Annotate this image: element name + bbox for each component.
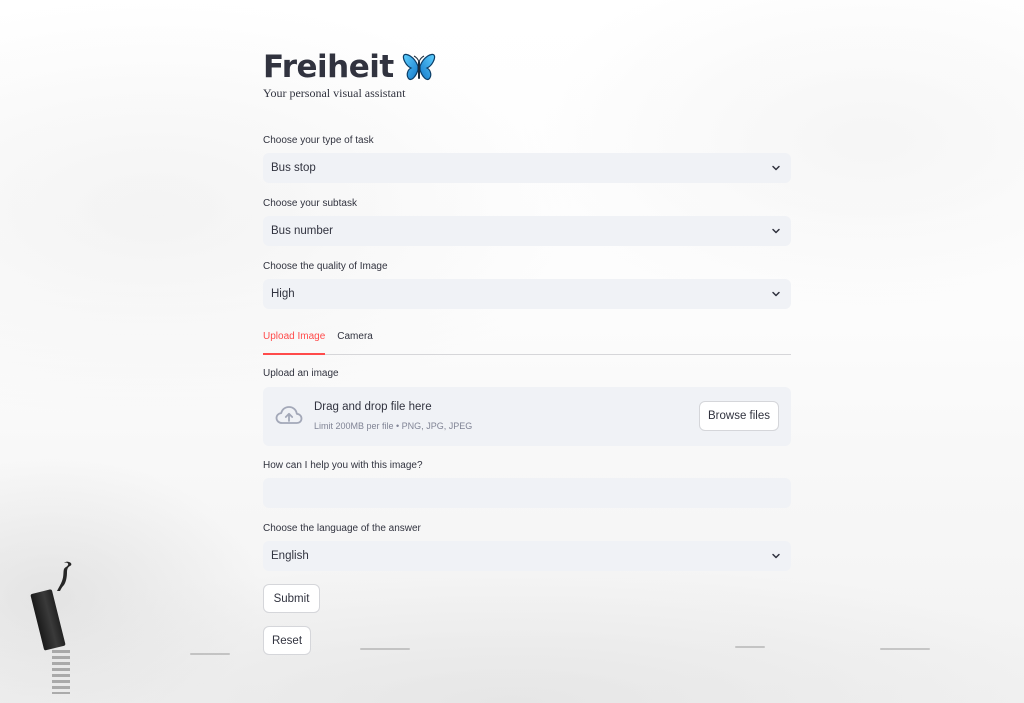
tab-camera[interactable]: Camera	[337, 328, 373, 354]
language-value: English	[271, 550, 309, 562]
background-decoration	[735, 646, 765, 648]
reflection-decoration	[52, 650, 70, 694]
tab-bar: Upload Image Camera	[263, 328, 791, 355]
file-dropzone[interactable]: Drag and drop file here Limit 200MB per …	[263, 387, 791, 446]
language-field: Choose the language of the answer Englis…	[263, 523, 791, 571]
dropzone-limit-text: Limit 200MB per file • PNG, JPG, JPEG	[314, 421, 473, 431]
chevron-down-icon	[772, 228, 780, 234]
chevron-down-icon	[772, 553, 780, 559]
quality-field: Choose the quality of Image High	[263, 261, 791, 309]
question-input[interactable]	[263, 478, 791, 508]
subtask-label: Choose your subtask	[263, 198, 357, 209]
wooden-post-decoration	[30, 589, 66, 651]
page-subtitle: Your personal visual assistant	[263, 86, 406, 100]
subtask-value: Bus number	[271, 225, 334, 237]
task-type-field: Choose your type of task Bus stop	[263, 135, 791, 183]
upload-field: Upload an image	[263, 368, 791, 386]
cloud-upload-icon	[275, 406, 303, 424]
chevron-down-icon	[772, 165, 780, 171]
chevron-down-icon	[772, 291, 780, 297]
language-label: Choose the language of the answer	[263, 523, 421, 534]
dropzone-title: Drag and drop file here	[314, 401, 432, 413]
page-title: Freiheit	[263, 49, 394, 85]
subtask-select[interactable]: Bus number	[263, 216, 791, 246]
language-select[interactable]: English	[263, 541, 791, 571]
tab-upload-image[interactable]: Upload Image	[263, 328, 326, 355]
task-type-select[interactable]: Bus stop	[263, 153, 791, 183]
task-type-value: Bus stop	[271, 162, 316, 174]
upload-label: Upload an image	[263, 368, 339, 379]
question-label: How can I help you with this image?	[263, 460, 423, 471]
quality-select[interactable]: High	[263, 279, 791, 309]
question-field: How can I help you with this image?	[263, 460, 791, 508]
quality-label: Choose the quality of Image	[263, 261, 388, 272]
background-decoration	[880, 648, 930, 650]
browse-files-button[interactable]: Browse files	[699, 401, 779, 431]
main-container: Freiheit Your personal visual assistant …	[263, 48, 791, 655]
submit-button[interactable]: Submit	[263, 584, 320, 613]
quality-value: High	[271, 288, 295, 300]
butterfly-icon	[402, 53, 435, 81]
task-type-label: Choose your type of task	[263, 135, 374, 146]
reset-button[interactable]: Reset	[263, 626, 311, 655]
subtask-field: Choose your subtask Bus number	[263, 198, 791, 246]
background-decoration	[190, 653, 230, 655]
background-decoration	[360, 648, 410, 650]
bird-decoration	[57, 561, 72, 591]
header: Freiheit	[263, 48, 791, 86]
